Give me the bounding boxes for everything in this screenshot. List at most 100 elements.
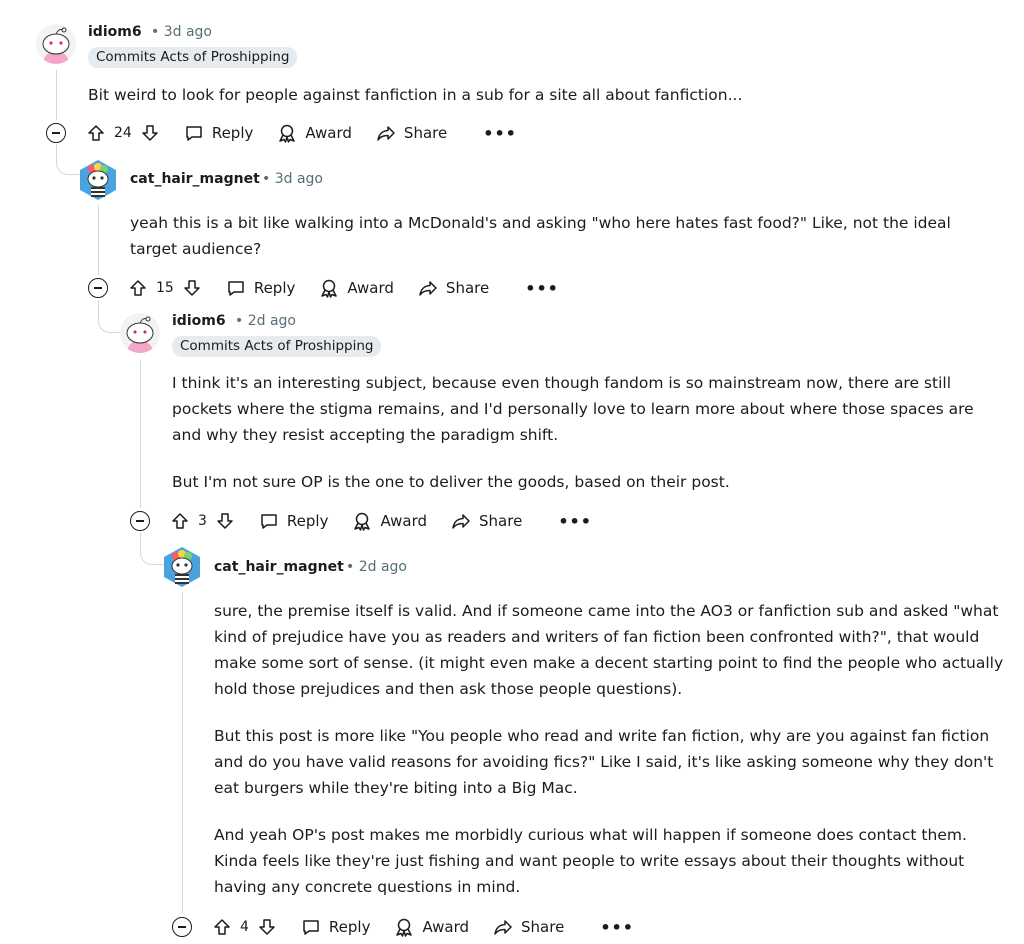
comment-paragraph: But I'm not sure OP is the one to delive… — [172, 473, 730, 491]
separator: • — [235, 313, 244, 329]
vote-group: 15 — [128, 278, 202, 298]
minus-icon — [52, 132, 60, 134]
reply-icon — [186, 126, 202, 141]
award-button[interactable]: Award — [319, 278, 394, 298]
age-text: 2d ago — [358, 559, 407, 575]
reply-button[interactable]: Reply — [301, 917, 371, 937]
share-button[interactable]: Share — [418, 278, 489, 298]
upvote-icon[interactable] — [128, 278, 148, 298]
award-icon — [396, 918, 413, 937]
minus-icon — [94, 287, 102, 289]
share-label: Share — [403, 124, 448, 142]
reply-label: Reply — [286, 512, 329, 530]
reply-icon — [228, 281, 244, 296]
downvote-icon[interactable] — [182, 278, 202, 298]
comment-actions: 4 Reply Award Share ••• — [172, 911, 634, 943]
upvote-icon[interactable] — [170, 511, 190, 531]
award-label: Award — [305, 124, 352, 142]
reply-label: Reply — [328, 918, 371, 936]
reply-label: Reply — [253, 279, 296, 297]
username[interactable]: cat_hair_magnet — [214, 559, 344, 575]
upvote-icon[interactable] — [86, 123, 106, 143]
share-icon — [377, 126, 395, 141]
comment-paragraph: I think it's an interesting subject, bec… — [172, 374, 974, 444]
username[interactable]: idiom6 — [88, 24, 142, 40]
vote-count: 15 — [156, 280, 174, 296]
collapse-button[interactable] — [88, 278, 108, 298]
comment-body: sure, the premise itself is valid. And i… — [214, 598, 1014, 900]
user-flair: Commits Acts of Proshipping — [172, 336, 382, 357]
thread-curve — [98, 300, 123, 333]
share-button[interactable]: Share — [451, 511, 522, 531]
downvote-icon[interactable] — [140, 123, 160, 143]
snoo-rainbow-hair-avatar[interactable] — [78, 160, 118, 200]
comment-paragraph: But this post is more like "You people w… — [214, 727, 994, 797]
vote-count: 4 — [240, 919, 249, 935]
share-label: Share — [479, 512, 523, 530]
separator: • — [346, 559, 355, 575]
upvote-icon[interactable] — [212, 917, 232, 937]
username[interactable]: idiom6 — [172, 313, 226, 329]
reply-icon — [261, 514, 277, 529]
reply-button[interactable]: Reply — [184, 123, 254, 143]
more-options-button[interactable]: ••• — [558, 512, 592, 531]
vote-group: 4 — [212, 917, 277, 937]
share-icon — [494, 920, 512, 935]
award-icon — [354, 512, 371, 531]
share-label: Share — [445, 279, 490, 297]
comment-age: • 3d ago — [262, 171, 323, 187]
username[interactable]: cat_hair_magnet — [130, 171, 260, 187]
award-icon — [279, 124, 296, 143]
award-icon — [321, 279, 338, 298]
award-button[interactable]: Award — [277, 123, 352, 143]
vote-group: 3 — [170, 511, 235, 531]
vote-count: 3 — [198, 513, 207, 529]
age-text: 3d ago — [163, 24, 212, 40]
comment-body: Bit weird to look for people against fan… — [88, 82, 988, 108]
age-text: 2d ago — [247, 313, 296, 329]
thread-line — [182, 592, 183, 914]
reply-label: Reply — [211, 124, 254, 142]
minus-icon — [136, 520, 144, 522]
downvote-icon[interactable] — [215, 511, 235, 531]
thread-line — [98, 205, 99, 275]
separator: • — [151, 24, 160, 40]
thread-line — [56, 70, 57, 120]
snoo-heart-eyes-avatar[interactable] — [120, 313, 160, 353]
comment-body: yeah this is a bit like walking into a M… — [130, 210, 1000, 262]
more-options-button[interactable]: ••• — [483, 124, 517, 143]
reply-icon — [303, 920, 319, 935]
reply-button[interactable]: Reply — [226, 278, 296, 298]
comment-actions: 3 Reply Award Share ••• — [130, 505, 592, 537]
age-text: 3d ago — [274, 171, 323, 187]
downvote-icon[interactable] — [257, 917, 277, 937]
award-label: Award — [422, 918, 470, 936]
vote-count: 24 — [114, 125, 132, 141]
user-flair: Commits Acts of Proshipping — [88, 47, 298, 68]
collapse-button[interactable] — [46, 123, 66, 143]
award-label: Award — [347, 279, 394, 297]
vote-group: 24 — [86, 123, 160, 143]
comment-actions: 15 Reply Award Share ••• — [88, 272, 559, 304]
more-options-button[interactable]: ••• — [525, 279, 559, 298]
comment-paragraph: Bit weird to look for people against fan… — [88, 86, 743, 104]
award-label: Award — [380, 512, 428, 530]
thread-line — [140, 360, 141, 508]
reply-button[interactable]: Reply — [259, 511, 329, 531]
more-options-button[interactable]: ••• — [600, 918, 634, 937]
collapse-button[interactable] — [172, 917, 192, 937]
collapse-button[interactable] — [130, 511, 150, 531]
separator: • — [262, 171, 271, 187]
comment-actions: 24 Reply Award Share ••• — [46, 117, 517, 149]
comment-age: • 3d ago — [151, 24, 212, 40]
snoo-heart-eyes-avatar[interactable] — [36, 24, 76, 64]
comment-paragraph: And yeah OP's post makes me morbidly cur… — [214, 826, 967, 896]
share-label: Share — [521, 918, 565, 936]
award-button[interactable]: Award — [394, 917, 469, 937]
share-button[interactable]: Share — [493, 917, 564, 937]
share-icon — [452, 514, 470, 529]
snoo-rainbow-hair-avatar[interactable] — [162, 547, 202, 587]
comment-age: • 2d ago — [235, 313, 296, 329]
share-button[interactable]: Share — [376, 123, 447, 143]
award-button[interactable]: Award — [352, 511, 427, 531]
